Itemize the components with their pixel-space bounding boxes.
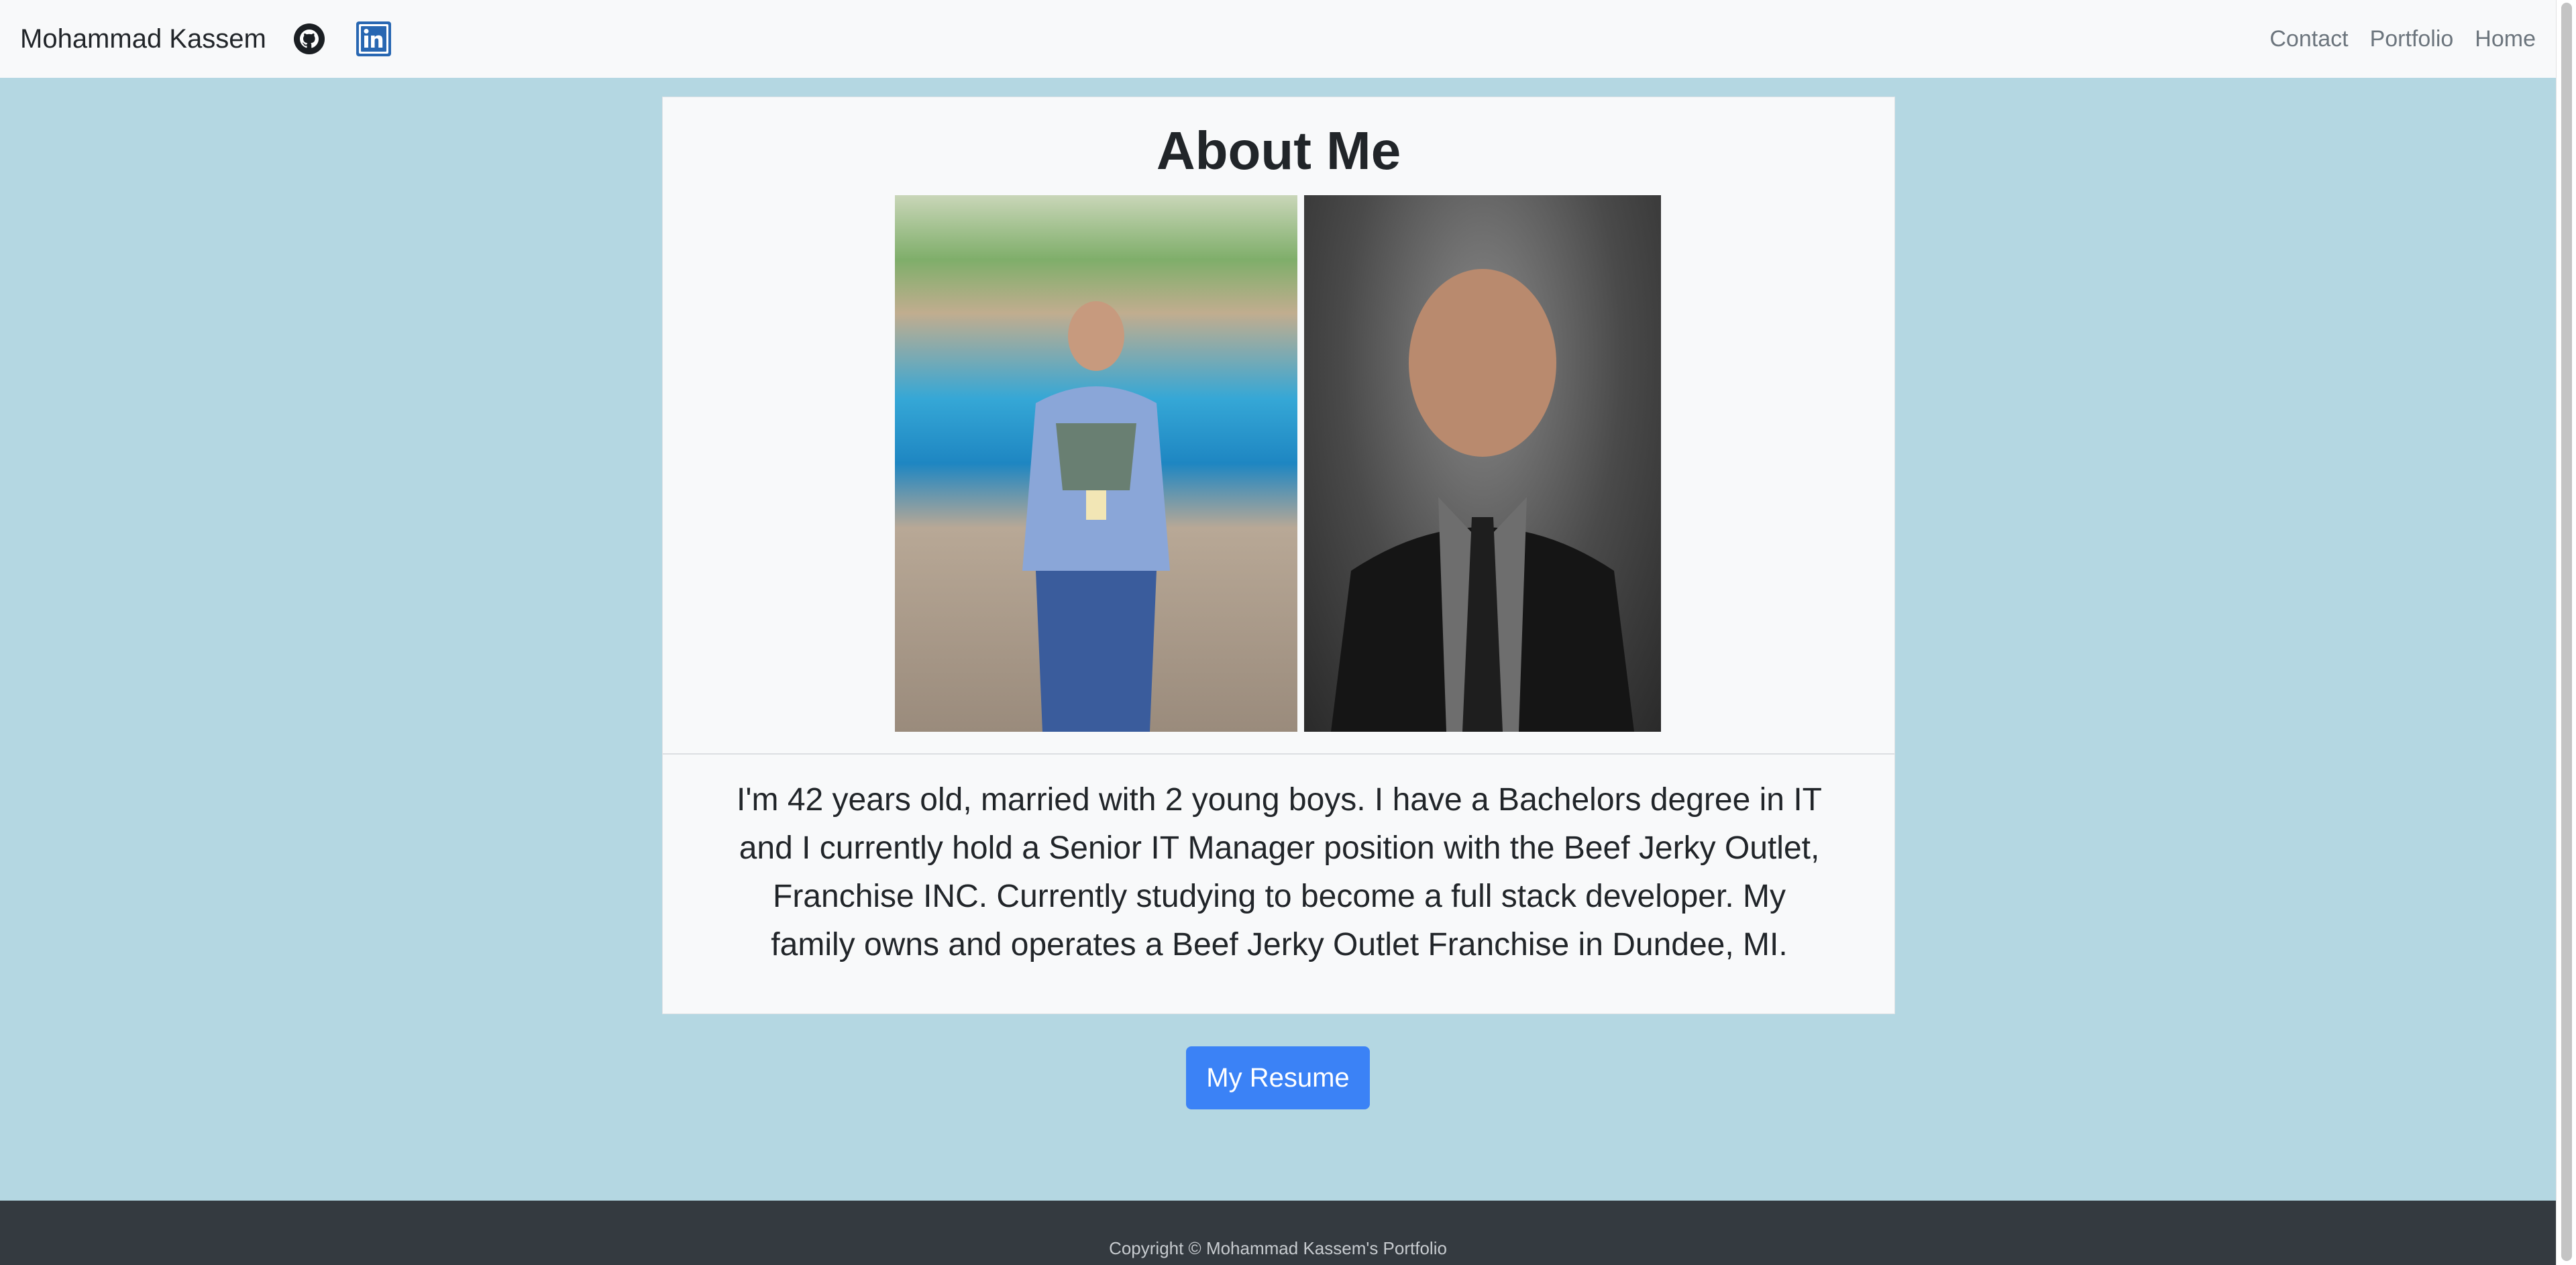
my-resume-button[interactable]: My Resume: [1186, 1046, 1370, 1109]
scrollbar-thumb[interactable]: [2561, 3, 2572, 1261]
navbar-right: Contact Portfolio Home: [2269, 26, 2536, 52]
about-title: About Me: [1156, 121, 1401, 180]
navbar: Mohammad Kassem Contact Portfolio Home: [0, 0, 2556, 78]
linkedin-link[interactable]: [356, 21, 391, 56]
nav-link-contact[interactable]: Contact: [2269, 26, 2348, 52]
linkedin-icon: [356, 21, 391, 56]
github-icon: [293, 23, 325, 54]
about-card: About Me I'm 42 years old, married with …: [662, 97, 1895, 1014]
navbar-left: Mohammad Kassem: [20, 21, 422, 56]
about-bio: I'm 42 years old, married with 2 young b…: [737, 782, 1822, 963]
poolside-photo: [895, 195, 1297, 732]
footer: Copyright © Mohammad Kassem's Portfolio: [0, 1201, 2556, 1265]
page: Mohammad Kassem Contact Portfolio Home A…: [0, 0, 2556, 1265]
vertical-scrollbar[interactable]: [2556, 0, 2576, 1265]
poolside-person-image: [1022, 301, 1170, 732]
footer-copyright: Copyright © Mohammad Kassem's Portfolio: [1109, 1238, 1447, 1258]
card-divider: [663, 753, 1894, 755]
nav-link-home[interactable]: Home: [2475, 26, 2536, 52]
nav-link-portfolio[interactable]: Portfolio: [2370, 26, 2454, 52]
brand-name[interactable]: Mohammad Kassem: [20, 24, 266, 54]
headshot-photo: [1304, 195, 1661, 732]
headshot-person-image: [1331, 269, 1634, 732]
github-link[interactable]: [293, 23, 325, 55]
